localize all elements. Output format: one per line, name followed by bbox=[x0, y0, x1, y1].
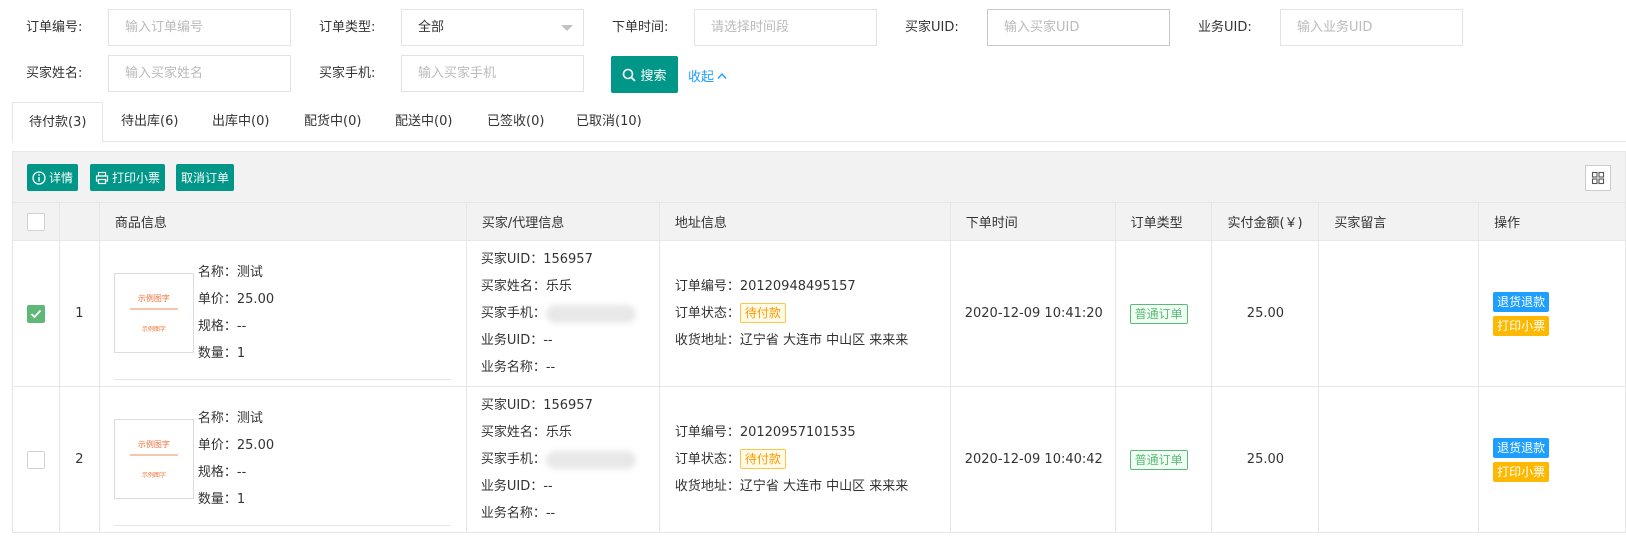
product-info: 名称：测试 单价：25.00 规格：-- 数量：1 bbox=[197, 265, 275, 361]
order-type-cell: 普通订单 bbox=[1114, 386, 1213, 533]
tab-pending-outbound[interactable]: 待出库(6) bbox=[105, 102, 194, 142]
order-no-input[interactable]: 输入订单编号 bbox=[108, 9, 291, 46]
info-icon bbox=[32, 170, 46, 185]
buyer-name-input[interactable]: 输入买家姓名 bbox=[108, 55, 291, 92]
cancel-order-button[interactable]: 取消订单 bbox=[176, 164, 235, 191]
buyer-cell: 买家UID：156957 买家姓名：乐乐 买家手机： 业务UID：-- 业务名称… bbox=[465, 240, 660, 387]
detail-button[interactable]: 详情 bbox=[27, 164, 79, 191]
row-checkbox[interactable] bbox=[26, 450, 45, 469]
row-checkbox[interactable] bbox=[26, 304, 45, 323]
row-select-cell bbox=[12, 240, 60, 387]
row-select-cell bbox=[12, 386, 60, 533]
column-header: 买家留言 bbox=[1318, 202, 1480, 241]
order-type-select[interactable]: 全部 bbox=[401, 9, 584, 46]
column-header: 订单类型 bbox=[1114, 202, 1213, 241]
table-row[interactable]: 2 示例图字 示例图字 名称：测试 单价：25.00 规格：-- 数量：1 买家… bbox=[12, 386, 1626, 533]
remark-cell bbox=[1318, 240, 1480, 387]
check-icon bbox=[30, 309, 42, 318]
printer-icon bbox=[95, 171, 109, 184]
product-cell: 示例图字 示例图字 名称：测试 单价：25.00 规格：-- 数量：1 bbox=[98, 240, 467, 387]
product-info: 名称：测试 单价：25.00 规格：-- 数量：1 bbox=[197, 411, 275, 507]
biz-uid-label: 业务UID: bbox=[1198, 20, 1252, 35]
thumb-line bbox=[129, 454, 178, 456]
column-header: 买家/代理信息 bbox=[465, 202, 660, 241]
table-row[interactable]: 1 示例图字 示例图字 名称：测试 单价：25.00 规格：-- 数量：1 买家… bbox=[12, 240, 1626, 387]
select-all-cell bbox=[12, 202, 60, 241]
column-header: 实付金额(￥) bbox=[1211, 202, 1320, 241]
buyer-phone-input[interactable]: 输入买家手机 bbox=[401, 55, 584, 92]
order-no-label: 订单编号: bbox=[26, 20, 83, 35]
column-header: 商品信息 bbox=[98, 202, 467, 241]
tab-pending-payment[interactable]: 待付款(3) bbox=[12, 102, 104, 143]
tab-signed[interactable]: 已签收(0) bbox=[471, 102, 560, 142]
order-time-cell: 2020-12-09 10:40:42 bbox=[949, 386, 1116, 533]
action-cell: 退货退款 打印小票 bbox=[1478, 240, 1626, 387]
refund-button[interactable]: 退货退款 bbox=[1493, 291, 1550, 312]
order-time-input[interactable]: 请选择时间段 bbox=[694, 9, 877, 46]
tab-cancelled[interactable]: 已取消(10) bbox=[560, 102, 658, 142]
row-index: 2 bbox=[58, 386, 100, 533]
buyer-phone-label: 买家手机: bbox=[319, 66, 376, 81]
print-receipt-row-button[interactable]: 打印小票 bbox=[1493, 315, 1550, 336]
status-badge: 待付款 bbox=[739, 303, 786, 323]
order-type-label: 订单类型: bbox=[319, 20, 376, 35]
chevron-up-icon bbox=[717, 72, 727, 79]
refund-button[interactable]: 退货退款 bbox=[1493, 437, 1550, 458]
address-cell: 订单编号：20120948495157 订单状态： 待付款 收货地址：辽宁省 大连… bbox=[658, 240, 951, 387]
column-header: 下单时间 bbox=[949, 202, 1116, 241]
amount-cell: 25.00 bbox=[1211, 386, 1320, 533]
product-cell: 示例图字 示例图字 名称：测试 单价：25.00 规格：-- 数量：1 bbox=[98, 386, 467, 533]
orders-table: 商品信息 买家/代理信息 地址信息 下单时间 订单类型 实付金额(￥) 买家留言… bbox=[12, 202, 1626, 533]
order-type-badge: 普通订单 bbox=[1129, 449, 1188, 470]
print-receipt-row-button[interactable]: 打印小票 bbox=[1493, 461, 1550, 482]
buyer-uid-input[interactable]: 输入买家UID bbox=[987, 9, 1170, 46]
search-button[interactable]: 搜索 bbox=[611, 56, 678, 93]
collapse-link[interactable]: 收起 bbox=[688, 66, 727, 85]
order-type-cell: 普通订单 bbox=[1114, 240, 1213, 387]
buyer-name-label: 买家姓名: bbox=[26, 66, 83, 81]
action-cell: 退货退款 打印小票 bbox=[1478, 386, 1626, 533]
chevron-down-icon bbox=[561, 25, 573, 31]
table-header-row: 商品信息 买家/代理信息 地址信息 下单时间 订单类型 实付金额(￥) 买家留言… bbox=[12, 202, 1626, 241]
column-header: 操作 bbox=[1478, 202, 1626, 241]
columns-icon bbox=[1591, 171, 1605, 185]
order-time-cell: 2020-12-09 10:41:20 bbox=[949, 240, 1116, 387]
remark-cell bbox=[1318, 386, 1480, 533]
address-cell: 订单编号：20120957101535 订单状态： 待付款 收货地址：辽宁省 大连… bbox=[658, 386, 951, 533]
index-header bbox=[58, 202, 100, 241]
redacted-phone bbox=[545, 304, 636, 323]
product-thumbnail[interactable]: 示例图字 示例图字 bbox=[113, 273, 194, 353]
search-icon bbox=[623, 68, 637, 82]
table-toolbar: 详情 打印小票 取消订单 bbox=[12, 151, 1626, 202]
amount-cell: 25.00 bbox=[1211, 240, 1320, 387]
tab-picking[interactable]: 配货中(0) bbox=[288, 102, 377, 142]
column-header: 地址信息 bbox=[658, 202, 951, 241]
column-filter-button[interactable] bbox=[1585, 165, 1611, 191]
order-time-label: 下单时间: bbox=[612, 20, 669, 35]
order-type-badge: 普通订单 bbox=[1129, 303, 1188, 324]
status-tabs: 待付款(3) 待出库(6) 出库中(0) 配货中(0) 配送中(0) 已签收(0… bbox=[12, 102, 1626, 143]
biz-uid-input[interactable]: 输入业务UID bbox=[1280, 9, 1463, 46]
thumb-line bbox=[129, 308, 178, 310]
row-index: 1 bbox=[58, 240, 100, 387]
redacted-phone bbox=[545, 450, 636, 469]
tab-outbound[interactable]: 出库中(0) bbox=[196, 102, 285, 142]
select-all-checkbox[interactable] bbox=[26, 212, 45, 231]
print-receipt-button[interactable]: 打印小票 bbox=[90, 164, 166, 191]
buyer-uid-label: 买家UID: bbox=[905, 20, 959, 35]
status-badge: 待付款 bbox=[739, 449, 786, 469]
tab-delivering[interactable]: 配送中(0) bbox=[379, 102, 468, 142]
product-thumbnail[interactable]: 示例图字 示例图字 bbox=[113, 419, 194, 499]
buyer-cell: 买家UID：156957 买家姓名：乐乐 买家手机： 业务UID：-- 业务名称… bbox=[465, 386, 660, 533]
